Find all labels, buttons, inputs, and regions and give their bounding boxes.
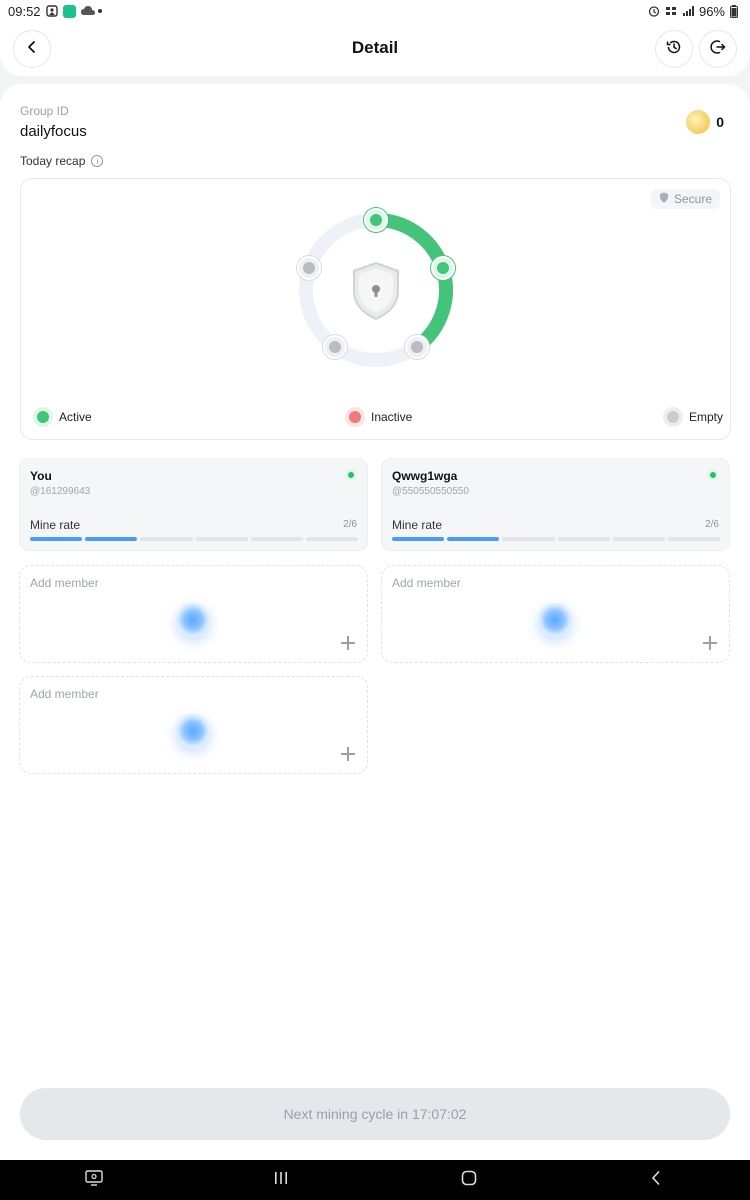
mine-rate-progress	[30, 537, 359, 541]
history-icon	[666, 39, 682, 60]
wifi-data-icon	[665, 5, 677, 17]
legend-inactive-label: Inactive	[371, 410, 413, 424]
screen-capture-button[interactable]	[76, 1168, 112, 1192]
add-member-slot[interactable]: Add member	[381, 565, 730, 663]
empty-node-icon	[405, 334, 430, 359]
member-card-qwwg1wga[interactable]: Qwwg1wga @550550550550 Mine rate 2/6	[381, 458, 730, 551]
member-handle: @550550550550	[392, 486, 469, 497]
recent-apps-button[interactable]	[263, 1168, 299, 1192]
online-status-indicator	[707, 469, 719, 481]
progress-segment	[447, 537, 500, 541]
progress-segment	[557, 537, 610, 541]
alarm-icon	[648, 5, 660, 17]
progress-segment	[140, 537, 193, 541]
secure-badge: Secure	[650, 189, 720, 209]
cloud-icon	[80, 5, 95, 17]
coin-balance: 0	[684, 108, 730, 136]
recap-card: Secure Active Inactive Empty	[20, 178, 731, 440]
battery-percent: 96%	[698, 3, 725, 19]
progress-segment	[305, 537, 359, 541]
system-nav-bar	[0, 1160, 750, 1200]
member-name: Qwwg1wga	[392, 469, 458, 483]
group-id-value: dailyfocus	[20, 123, 87, 140]
back-arrow-icon	[651, 1170, 661, 1191]
coin-icon	[686, 110, 711, 134]
page-title: Detail	[351, 38, 399, 57]
add-member-slot[interactable]: Add member	[19, 565, 368, 663]
battery-icon	[730, 5, 742, 18]
mine-rate-value: 2/6	[343, 519, 357, 530]
mine-rate-progress	[392, 537, 721, 541]
app-notification-icon	[62, 4, 76, 18]
history-button[interactable]	[655, 30, 693, 68]
secure-label: Secure	[673, 192, 712, 206]
progress-segment	[502, 537, 555, 541]
app-header: Detail	[0, 22, 750, 76]
progress-segment	[195, 537, 248, 541]
empty-member-avatar-icon	[176, 714, 210, 748]
shield-lock-icon	[353, 261, 399, 321]
active-dot-icon	[33, 407, 53, 427]
legend-active: Active	[33, 407, 92, 427]
plus-icon[interactable]	[703, 636, 717, 650]
recap-ring	[291, 205, 461, 375]
home-icon	[461, 1170, 477, 1191]
shield-small-icon	[659, 192, 669, 206]
plus-icon[interactable]	[341, 747, 355, 761]
recent-apps-icon	[273, 1171, 289, 1190]
screen-capture-icon	[85, 1169, 103, 1191]
legend-inactive: Inactive	[345, 407, 412, 427]
today-recap-label: Today recap	[20, 154, 86, 168]
progress-segment	[612, 537, 665, 541]
legend-active-label: Active	[59, 410, 92, 424]
online-status-indicator	[345, 469, 357, 481]
add-member-slot[interactable]: Add member	[19, 676, 368, 774]
progress-segment	[392, 537, 445, 541]
active-node-icon	[364, 208, 388, 232]
exit-group-button[interactable]	[699, 30, 737, 68]
progress-segment	[667, 537, 721, 541]
inactive-dot-icon	[345, 407, 365, 427]
next-mining-cycle-button[interactable]: Next mining cycle in 17:07:02	[20, 1088, 730, 1140]
empty-node-icon	[322, 334, 347, 359]
add-member-label: Add member	[30, 687, 99, 701]
empty-dot-icon	[663, 407, 683, 427]
add-member-label: Add member	[392, 576, 461, 590]
legend-empty: Empty	[663, 407, 723, 427]
info-icon[interactable]: i	[91, 155, 104, 167]
member-card-you[interactable]: You @161299643 Mine rate 2/6	[19, 458, 368, 551]
progress-segment	[85, 537, 138, 541]
mine-rate-value: 2/6	[705, 519, 719, 530]
mine-rate-label: Mine rate	[392, 518, 443, 532]
empty-member-avatar-icon	[538, 603, 572, 637]
home-button[interactable]	[451, 1168, 487, 1192]
coin-count: 0	[716, 114, 724, 130]
add-member-label: Add member	[30, 576, 99, 590]
system-back-button[interactable]	[638, 1168, 674, 1192]
mine-rate-label: Mine rate	[30, 518, 81, 532]
status-time: 09:52	[8, 3, 41, 19]
member-name: You	[30, 469, 52, 483]
progress-segment	[30, 537, 83, 541]
exit-icon	[710, 39, 726, 60]
notification-dot-icon	[97, 9, 102, 13]
legend-empty-label: Empty	[689, 410, 724, 424]
signal-icon	[682, 5, 694, 17]
status-bar: 09:52 96%	[0, 0, 750, 22]
group-id-label: Group ID	[20, 104, 69, 118]
today-recap-heading: Today recap i	[20, 154, 104, 168]
progress-segment	[250, 537, 303, 541]
plus-icon[interactable]	[341, 636, 355, 650]
active-node-icon	[430, 256, 455, 281]
empty-member-avatar-icon	[176, 603, 210, 637]
member-handle: @161299643	[30, 486, 91, 497]
gallery-icon	[45, 5, 58, 17]
group-detail-panel: Group ID dailyfocus 0 Today recap i Secu…	[0, 84, 750, 1160]
